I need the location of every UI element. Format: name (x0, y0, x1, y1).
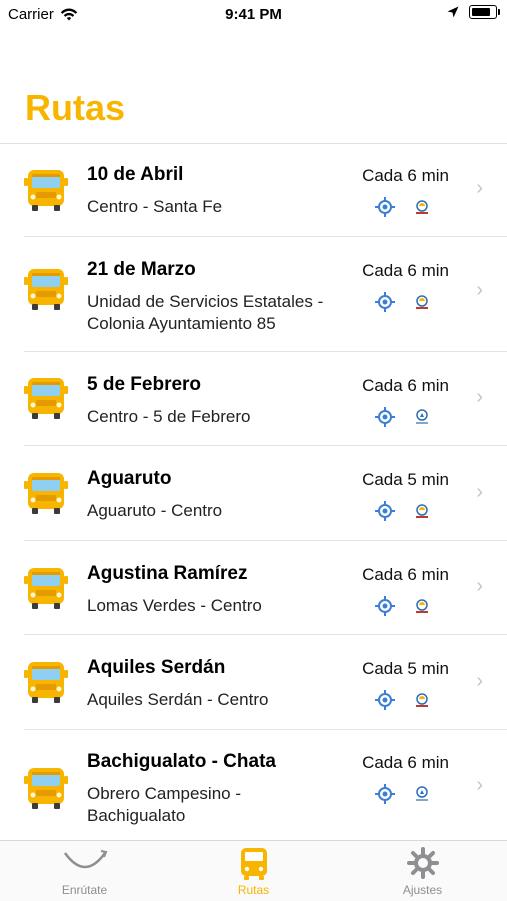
chevron-right-icon: › (476, 575, 483, 597)
operator-logo-icon[interactable] (413, 198, 431, 216)
route-description: Unidad de Servicios Estatales - Colonia … (87, 292, 324, 333)
route-description: Lomas Verdes - Centro (87, 596, 262, 615)
route-actions (375, 197, 431, 217)
route-frequency: Cada 5 min (362, 659, 449, 678)
route-row[interactable]: Aquiles Serdán Aquiles Serdán - Centro C… (24, 635, 507, 730)
locate-icon[interactable] (375, 197, 395, 217)
route-actions (375, 690, 431, 710)
gear-icon (406, 847, 439, 879)
route-row[interactable]: Bachigualato - Chata Obrero Campesino - … (24, 730, 507, 844)
route-row[interactable]: 5 de Febrero Centro - 5 de Febrero Cada … (24, 352, 507, 446)
operator-logo-icon[interactable] (413, 597, 431, 615)
route-name: 21 de Marzo (87, 259, 196, 280)
locate-icon[interactable] (375, 501, 395, 521)
route-frequency: Cada 6 min (362, 261, 449, 280)
operator-logo-icon[interactable] (413, 691, 431, 709)
route-actions (375, 407, 431, 427)
tab-enrutate[interactable]: Enrútate (0, 841, 169, 901)
route-description: Aquiles Serdán - Centro (87, 690, 269, 709)
locate-icon[interactable] (375, 407, 395, 427)
bus-icon (24, 662, 68, 703)
route-row[interactable]: 21 de Marzo Unidad de Servicios Estatale… (24, 237, 507, 352)
chevron-right-icon: › (476, 670, 483, 692)
bus-icon (24, 768, 68, 809)
battery-icon (469, 5, 500, 19)
route-name: 5 de Febrero (87, 374, 202, 395)
route-description: Centro - Santa Fe (87, 197, 223, 216)
bus-icon (24, 269, 68, 310)
route-row[interactable]: Aguaruto Aguaruto - Centro Cada 5 min › (24, 446, 507, 541)
tab-label: Ajustes (402, 883, 443, 897)
chevron-right-icon: › (476, 177, 483, 199)
tab-ajustes[interactable]: Ajustes (338, 841, 507, 901)
route-actions (375, 501, 431, 521)
route-actions (375, 596, 431, 616)
bus-icon (240, 848, 267, 880)
status-bar: Carrier 9:41 PM (0, 0, 507, 30)
route-name: Bachigualato - Chata (87, 751, 276, 772)
route-description: Aguaruto - Centro (87, 501, 223, 520)
chevron-right-icon: › (476, 279, 483, 301)
route-row[interactable]: Agustina Ramírez Lomas Verdes - Centro C… (24, 541, 507, 635)
locate-icon[interactable] (375, 690, 395, 710)
route-arc-icon (63, 850, 107, 869)
route-frequency: Cada 6 min (362, 166, 449, 185)
status-right (447, 5, 500, 19)
tab-bar: Enrútate Rutas Ajustes (0, 840, 507, 901)
route-name: 10 de Abril (87, 164, 184, 185)
chevron-right-icon: › (476, 481, 483, 503)
tab-label: Enrútate (61, 883, 108, 897)
bus-icon (24, 473, 68, 514)
operator-logo-icon[interactable] (413, 293, 431, 311)
bus-icon (24, 568, 68, 609)
route-name: Agustina Ramírez (87, 563, 248, 584)
locate-icon[interactable] (375, 292, 395, 312)
route-name: Aguaruto (87, 468, 172, 489)
route-row[interactable]: 10 de Abril Centro - Santa Fe Cada 6 min… (24, 144, 507, 237)
status-time: 9:41 PM (225, 6, 282, 23)
bus-icon (24, 378, 68, 419)
tab-rutas[interactable]: Rutas (169, 841, 338, 901)
route-name: Aquiles Serdán (87, 657, 226, 678)
locate-icon[interactable] (375, 596, 395, 616)
route-description: Centro - 5 de Febrero (87, 407, 251, 426)
page-title: Rutas (25, 87, 126, 128)
chevron-right-icon: › (476, 386, 483, 408)
operator-logo-icon[interactable] (413, 408, 431, 426)
chevron-right-icon: › (476, 774, 483, 796)
route-description: Obrero Campesino - Bachigualato (87, 784, 242, 825)
route-frequency: Cada 6 min (362, 753, 449, 772)
bus-icon (24, 170, 68, 211)
operator-logo-icon[interactable] (413, 502, 431, 520)
tab-label: Rutas (237, 883, 270, 897)
locate-icon[interactable] (375, 784, 395, 804)
route-frequency: Cada 6 min (362, 376, 449, 395)
route-frequency: Cada 6 min (362, 565, 449, 584)
location-arrow-icon (447, 6, 459, 18)
route-list[interactable]: 10 de Abril Centro - Santa Fe Cada 6 min… (0, 144, 507, 844)
route-frequency: Cada 5 min (362, 470, 449, 489)
route-actions (375, 292, 431, 312)
route-actions (375, 784, 431, 804)
operator-logo-icon[interactable] (413, 785, 431, 803)
